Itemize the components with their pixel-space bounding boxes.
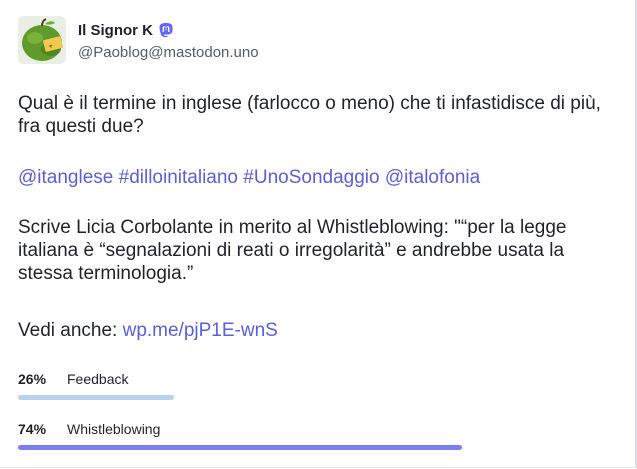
poll-option: 74% Whistleblowing [18,420,618,469]
account-handle[interactable]: @Paoblog@mastodon.uno [78,44,259,61]
author-info: Il Signor K @Paoblog@mastodon.uno [78,16,259,62]
hashtag-unosondaggio[interactable]: #UnoSondaggio [243,167,379,188]
mention-italofonia[interactable]: @italofonia [385,167,480,188]
post-quote: Scrive Licia Corbolante in merito al Whi… [18,217,567,284]
post-see-also: Vedi anche: wp.me/pjP1E-wnS [18,319,623,342]
poll-option-row: 26% Feedback [18,370,618,388]
poll-bar [18,395,174,400]
poll-option: 26% Feedback [18,370,618,420]
green-apple-avatar-icon: ☣ [18,16,66,64]
mention-itanglese[interactable]: @itanglese [18,167,113,188]
poll-bar-track [18,445,618,450]
mastodon-icon [158,22,174,38]
poll-option-percent: 26% [18,371,47,387]
poll-bar-track [18,395,618,400]
display-name-row: Il Signor K [78,20,259,40]
poll-bar [18,445,462,450]
display-name[interactable]: Il Signor K [78,22,153,39]
poll: 26% Feedback 74% Whistleblowing [18,370,618,469]
post-header: ☣ Il Signor K @Paoblog@mastodon.uno [18,16,259,64]
see-also-link[interactable]: wp.me/pjP1E-wnS [123,320,278,341]
post-card: ☣ Il Signor K @Paoblog@mastodon.uno Qual… [0,0,637,468]
poll-option-percent: 74% [18,421,47,437]
poll-option-label: Whistleblowing [67,421,161,437]
post-hashtags: @itanglese #dilloinitaliano #UnoSondaggi… [18,166,623,189]
poll-option-label: Feedback [67,371,129,387]
see-also-label: Vedi anche: [18,320,118,341]
post-question: Qual è il termine in inglese (farlocco o… [18,93,601,137]
poll-option-row: 74% Whistleblowing [18,420,618,438]
hashtag-dilloinitaliano[interactable]: #dilloinitaliano [119,167,238,188]
avatar[interactable]: ☣ [18,16,66,64]
